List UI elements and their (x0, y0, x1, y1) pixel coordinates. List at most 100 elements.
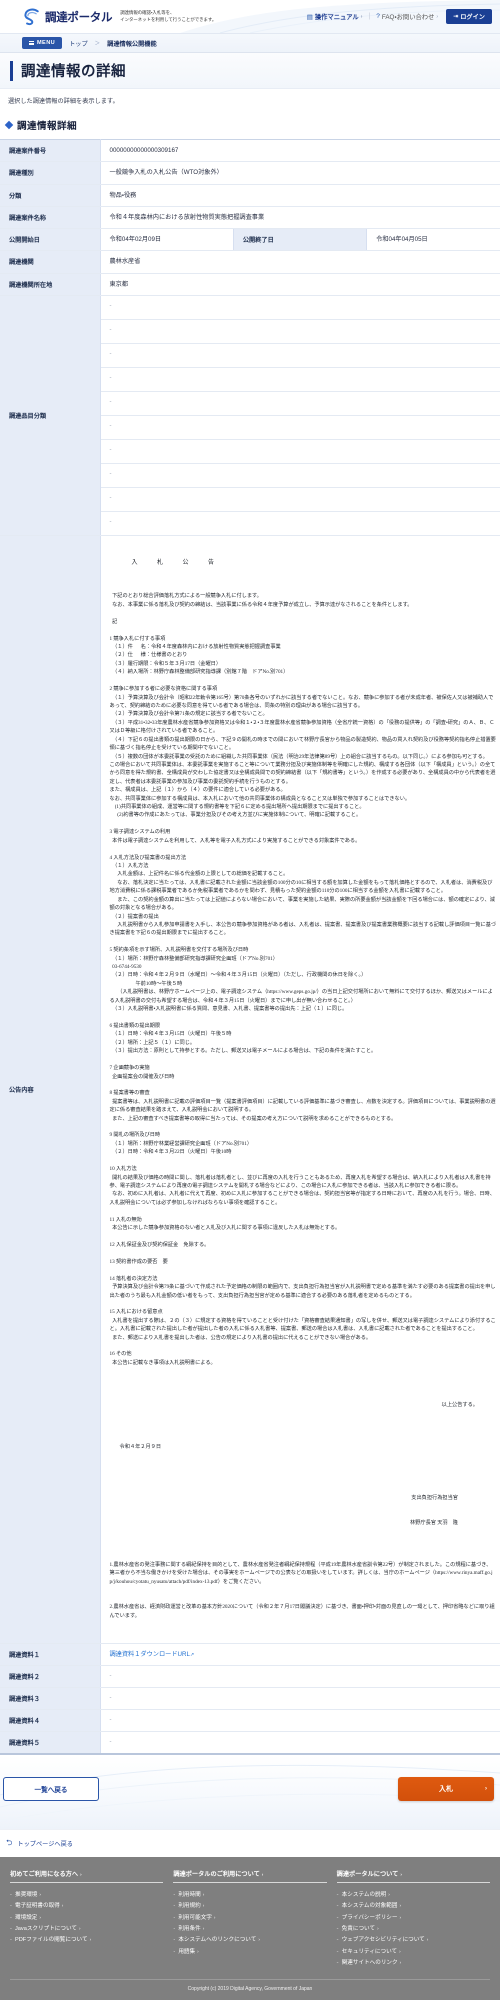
back-to-list-button[interactable]: 一覧へ戻る (3, 1777, 99, 1801)
row-value-material-4: - (100, 1710, 500, 1732)
footer-link-label: 推奨環境 (15, 1892, 37, 1898)
row-label-case-number: 調達案件番号 (0, 140, 100, 162)
row-label-item-class: 調達品目分類 (0, 296, 100, 536)
material-1-download-link[interactable]: 調達資料１ダウンロードURL↗ (110, 1651, 195, 1658)
bid-button[interactable]: 入札 › (398, 1777, 494, 1801)
row-value-agency-location: 東京都 (100, 273, 500, 295)
footer-column-title-first-time[interactable]: 初めてご利用になる方へ› (10, 1869, 163, 1883)
chevron-right-icon: › (39, 1915, 41, 1920)
footer-column-usage: 調達ポータルのご利用について› 利用時間› 利用規約› 利用可能文字› 利用条件… (173, 1869, 326, 1968)
chevron-right-icon: › (203, 1903, 205, 1908)
row-label-case-name: 調達案件名称 (0, 206, 100, 228)
footer-link-certificate[interactable]: 電子証明書の取得› (10, 1901, 163, 1912)
footer-link-system-scope[interactable]: 本システムの対象範囲› (337, 1901, 490, 1912)
row-value-material-3: - (100, 1688, 500, 1710)
chevron-right-icon: › (399, 1915, 401, 1920)
footer-link-label: 利用可能文字 (178, 1915, 212, 1921)
row-value-item-class-1: - (100, 296, 500, 320)
row-label-publish-end: 公開終了日 (233, 229, 366, 251)
footer-link-label: 本システムへのリンクについて (178, 1937, 256, 1943)
chevron-right-icon: › (197, 1949, 199, 1954)
footer-columns: 初めてご利用になる方へ› 推奨環境› 電子証明書の取得› 環境設定› Javaス… (10, 1869, 490, 1968)
row-value-kind: 一般競争入札の入札公告（WTO対象外） (100, 162, 500, 184)
table-row-material-3: 調達資料３ - (0, 1688, 500, 1710)
swirl-logo-icon (22, 8, 42, 26)
footer-link-pdf[interactable]: PDFファイルの閲覧について› (10, 1935, 163, 1946)
row-value-item-class-6: - (100, 416, 500, 440)
footer-link-label: プライバシーポリシー (342, 1915, 398, 1921)
footer-link-disclaimer[interactable]: 免責について› (337, 1923, 490, 1934)
footer-link-env-settings[interactable]: 環境設定› (10, 1912, 163, 1923)
menu-button-label: MENU (37, 40, 55, 46)
row-label-material-3: 調達資料３ (0, 1688, 100, 1710)
footer-link-label: 環境設定 (15, 1915, 37, 1921)
row-value-agency: 農林水産省 (100, 251, 500, 273)
section-heading-label: 調達情報詳細 (17, 118, 77, 132)
site-logo[interactable]: 調達ポータル 調達情報の確認・入札等を、 インターネットを利用して行うことができ… (22, 8, 216, 26)
site-tagline: 調達情報の確認・入札等を、 インターネットを利用して行うことができます。 (120, 10, 216, 23)
manual-link[interactable]: ▤ 操作マニュアル › (307, 12, 363, 21)
row-value-item-class-9: - (100, 488, 500, 512)
footer-column-title-label: 初めてご利用になる方へ (10, 1871, 78, 1878)
footer-link-hours[interactable]: 利用時間› (173, 1889, 326, 1900)
page-lede: 選択した調達情報の詳細を表示します。 (0, 89, 500, 114)
row-value-material-1: 調達資料１ダウンロードURL↗ (100, 1643, 500, 1666)
footer-link-label: ウェブアクセシビリティについて (342, 1937, 425, 1943)
login-button[interactable]: ⇥ ログイン (446, 9, 492, 24)
site-header: 調達ポータル 調達情報の確認・入札等を、 インターネットを利用して行うことができ… (0, 0, 500, 33)
table-row-item-class-1: 調達品目分類 - (0, 296, 500, 320)
chevron-right-icon: › (388, 1892, 390, 1897)
row-value-item-class-3: - (100, 344, 500, 368)
menu-button[interactable]: MENU (22, 37, 62, 48)
footer-link-conditions[interactable]: 利用条件› (173, 1923, 326, 1934)
row-label-material-4: 調達資料４ (0, 1710, 100, 1732)
notice-main-text: 下記のとおり総合評価落札方式による一般競争入札に付します。 なお、本事業に係る落… (110, 592, 497, 1367)
table-row-notice: 公告内容 入 札 公 告 下記のとおり総合評価落札方式による一般競争入札に付しま… (0, 536, 500, 1644)
table-row-material-2: 調達資料２ - (0, 1666, 500, 1688)
breadcrumb-item-top[interactable]: トップ (69, 39, 88, 48)
footer-link-accessibility[interactable]: ウェブアクセシビリティについて› (337, 1935, 490, 1946)
footer-link-label: 利用条件 (178, 1926, 200, 1932)
header-nav: ▤ 操作マニュアル › | ? FAQ・お問い合わせ › ⇥ ログイン (307, 9, 492, 24)
footer-column-title-label: 調達ポータルについて (337, 1871, 399, 1878)
row-value-publish-end: 令和04年04月05日 (367, 229, 500, 251)
footer-link-javascript[interactable]: Javaスクリプトについて› (10, 1923, 163, 1934)
back-to-top-label[interactable]: トップページへ戻る (17, 1839, 73, 1848)
footer-link-label: 免責について (342, 1926, 375, 1932)
row-value-item-class-5: - (100, 392, 500, 416)
footer-link-recommended-env[interactable]: 推奨環境› (10, 1889, 163, 1900)
row-value-category: 物品・役務 (100, 184, 500, 206)
row-value-case-number: 00000000000000309167 (100, 140, 500, 162)
row-value-notice: 入 札 公 告 下記のとおり総合評価落札方式による一般競争入札に付します。 なお… (100, 536, 500, 1644)
manual-link-label: 操作マニュアル (315, 12, 359, 21)
footer-link-label: 用語集 (178, 1949, 195, 1955)
footer-link-privacy[interactable]: プライバシーポリシー› (337, 1912, 490, 1923)
footer-column-first-time: 初めてご利用になる方へ› 推奨環境› 電子証明書の取得› 環境設定› Javaス… (10, 1869, 163, 1968)
chevron-right-icon: › (262, 1872, 264, 1877)
footer-link-label: 利用規約 (178, 1903, 200, 1909)
hamburger-icon (29, 40, 34, 46)
faq-link[interactable]: ? FAQ・お問い合わせ › (376, 12, 438, 21)
tagline-line-2: インターネットを利用して行うことができます。 (120, 17, 216, 22)
footer-link-glossary[interactable]: 用語集› (173, 1946, 326, 1957)
row-value-case-name: 令和４年度森林内における放射性物質実態把握調査事業 (100, 206, 500, 228)
footer-column-title-usage[interactable]: 調達ポータルのご利用について› (173, 1869, 326, 1883)
footer-column-title-about[interactable]: 調達ポータルについて› (337, 1869, 490, 1883)
chevron-right-icon: › (90, 1937, 92, 1942)
header-divider: | (368, 13, 370, 20)
row-label-material-5: 調達資料５ (0, 1732, 100, 1755)
chevron-right-icon: › (39, 1892, 41, 1897)
table-row-material-4: 調達資料４ - (0, 1710, 500, 1732)
footer-link-usable-chars[interactable]: 利用可能文字› (173, 1912, 326, 1923)
footer-link-security[interactable]: セキュリティについて› (337, 1946, 490, 1957)
breadcrumb: MENU トップ ＞ 調達情報公開機能 (0, 33, 500, 53)
footer-link-related-sites[interactable]: 関連サイトへのリンク› (337, 1957, 490, 1968)
footer-link-terms[interactable]: 利用規約› (173, 1901, 326, 1912)
row-label-notice: 公告内容 (0, 536, 100, 1644)
page-title: 調達情報の詳細 (21, 60, 126, 81)
footer-link-linking[interactable]: 本システムへのリンクについて› (173, 1935, 326, 1946)
chevron-right-icon: › (203, 1892, 205, 1897)
table-row-category: 分類 物品・役務 (0, 184, 500, 206)
footer-link-system-desc[interactable]: 本システムの説明› (337, 1889, 490, 1900)
back-to-top-bar[interactable]: ⮌ トップページへ戻る (0, 1829, 500, 1857)
